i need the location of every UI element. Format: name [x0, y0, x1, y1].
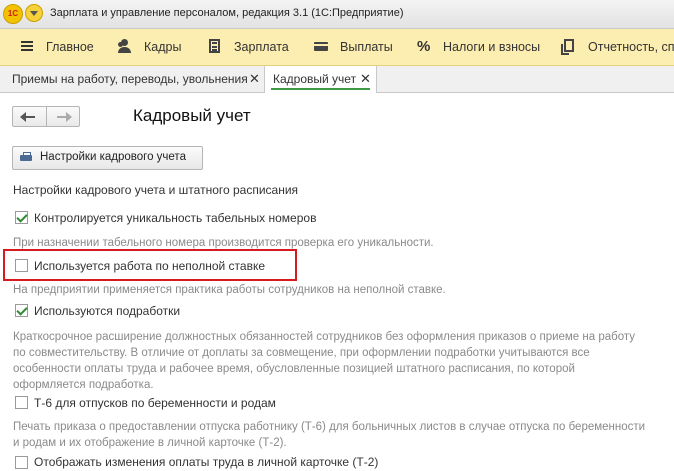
- option-hint: Краткосрочное расширение должностных обя…: [13, 329, 663, 393]
- section-label: Кадры: [144, 40, 182, 54]
- back-button[interactable]: [13, 107, 47, 126]
- arrow-left-icon: [20, 112, 35, 122]
- history-nav: [12, 106, 80, 127]
- hint-line: Печать приказа о предоставлении отпуска …: [13, 421, 646, 433]
- window-title: Зарплата и управление персоналом, редакц…: [50, 7, 404, 19]
- side-jobs-checkbox[interactable]: [15, 304, 28, 317]
- option-hint: Печать приказа о предоставлении отпуска …: [13, 419, 663, 451]
- checkmark-icon: [16, 211, 28, 223]
- close-icon[interactable]: ✕: [249, 66, 260, 92]
- tab-label: Приемы на работу, переводы, увольнения: [12, 72, 248, 86]
- menu-bars-icon: [18, 29, 36, 65]
- print-settings-icon: [20, 152, 32, 162]
- hint-line: Краткосрочное расширение должностных обя…: [13, 331, 636, 343]
- section-label: Отчетность, спр: [588, 40, 674, 54]
- forward-button[interactable]: [47, 107, 80, 126]
- show-pay-changes-checkbox[interactable]: [15, 456, 28, 469]
- hint-line: оформляется подработка.: [13, 379, 154, 391]
- checkbox-label[interactable]: Отображать изменения оплаты труда в личн…: [34, 455, 378, 469]
- tab-hr-accounting[interactable]: Кадровый учет ✕: [265, 66, 377, 93]
- option-hint: На предприятии применяется практика рабо…: [13, 284, 446, 296]
- unique-tab-numbers-checkbox[interactable]: [15, 211, 28, 224]
- section-label: Выплаты: [340, 40, 393, 54]
- tab-label: Кадровый учет: [273, 72, 357, 86]
- section-heading: Настройки кадрового учета и штатного рас…: [13, 183, 299, 197]
- people-icon: [116, 29, 134, 65]
- checkbox-label[interactable]: Используется работа по неполной ставке: [34, 259, 265, 273]
- app-logo-icon[interactable]: 1С: [3, 4, 23, 24]
- sections-panel: Главное Кадры Зарплата Выплаты % Налоги …: [0, 29, 674, 66]
- hint-line: и родам и их отображение в личной карточ…: [13, 437, 287, 449]
- page-title: Кадровый учет: [133, 106, 251, 125]
- button-label: Настройки кадрового учета: [40, 151, 186, 163]
- wallet-icon: [312, 29, 330, 65]
- window-titlebar: 1С Зарплата и управление персоналом, ред…: [0, 0, 674, 29]
- t6-maternity-checkbox[interactable]: [15, 396, 28, 409]
- checkmark-icon: [16, 304, 28, 316]
- part-time-rate-checkbox[interactable]: [15, 259, 28, 272]
- hint-line: по совместительству. В отличие от доплат…: [13, 347, 590, 359]
- close-icon[interactable]: ✕: [360, 66, 371, 92]
- checkbox-label[interactable]: Контролируется уникальность табельных но…: [34, 211, 316, 225]
- documents-icon: [560, 29, 578, 65]
- percent-icon: %: [417, 38, 431, 55]
- calculator-icon: [206, 29, 224, 65]
- checkbox-label[interactable]: Т-6 для отпусков по беременности и родам: [34, 396, 276, 410]
- checkbox-label[interactable]: Используются подработки: [34, 304, 180, 318]
- arrow-right-icon: [57, 112, 72, 122]
- hint-line: особенности оплаты труда и рабочее время…: [13, 363, 575, 375]
- hr-settings-button[interactable]: Настройки кадрового учета: [12, 146, 203, 170]
- main-menu-dropdown-icon[interactable]: [25, 4, 43, 22]
- section-label: Налоги и взносы: [443, 40, 541, 54]
- section-label: Главное: [46, 40, 94, 54]
- tab-hiring-transfers[interactable]: Приемы на работу, переводы, увольнения ✕: [0, 66, 265, 92]
- open-windows-tabs: Приемы на работу, переводы, увольнения ✕…: [0, 66, 674, 93]
- section-label: Зарплата: [234, 40, 289, 54]
